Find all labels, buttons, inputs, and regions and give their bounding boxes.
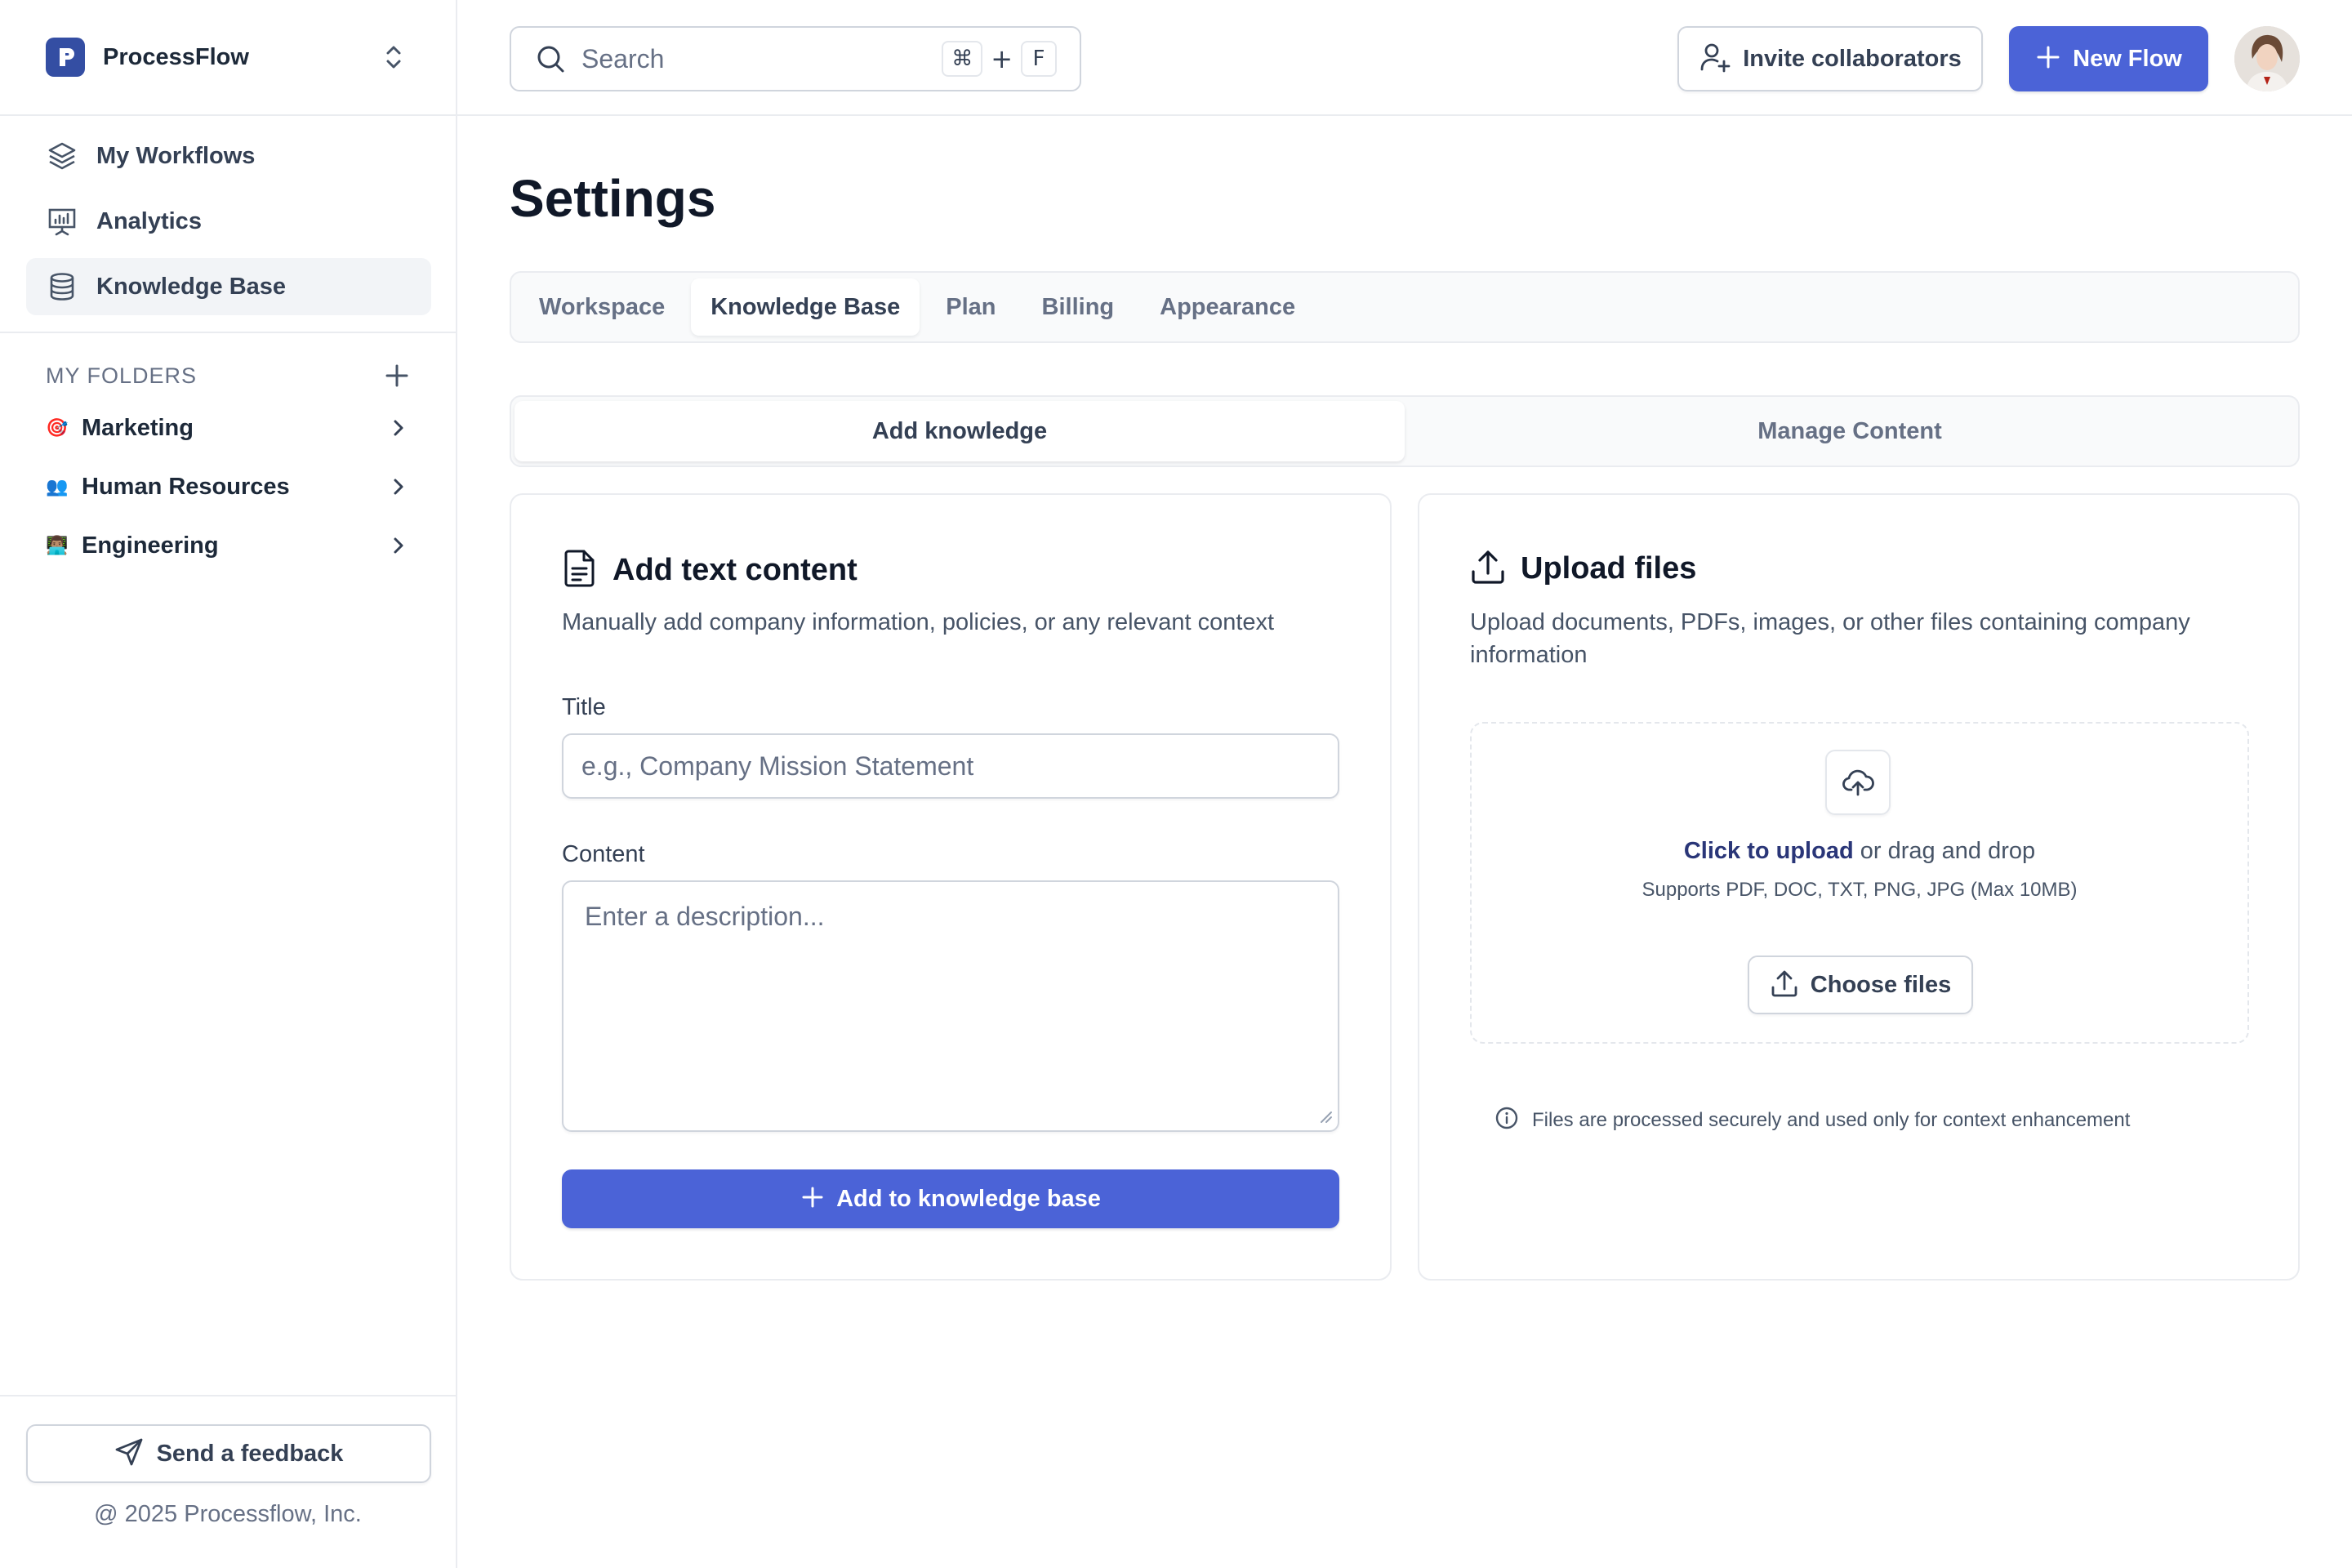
- content-label: Content: [562, 841, 645, 867]
- plus-icon: [2035, 44, 2061, 74]
- card-description: Upload documents, PDFs, images, or other…: [1470, 609, 2190, 668]
- add-text-content-card: Add text content Manually add company in…: [510, 493, 1392, 1281]
- copyright-text: @ 2025 Processflow, Inc.: [94, 1501, 362, 1527]
- database-icon: [46, 270, 78, 303]
- card-header: Upload files: [1470, 549, 1696, 589]
- shortcut-plus: +: [991, 43, 1013, 74]
- segment-add-knowledge[interactable]: Add knowledge: [514, 401, 1405, 461]
- cloud-upload-icon: [1825, 750, 1891, 815]
- sidebar-item-label: Analytics: [96, 207, 202, 234]
- card-description: Manually add company information, polici…: [562, 609, 1275, 635]
- folder-item-engineering[interactable]: 👨🏽‍💻 Engineering: [46, 524, 413, 567]
- chevron-right-icon[interactable]: [384, 413, 413, 443]
- choose-files-label: Choose files: [1810, 971, 1952, 998]
- plus-icon: [800, 1185, 825, 1214]
- segment-manage-content[interactable]: Manage Content: [1405, 401, 2295, 461]
- add-folder-icon[interactable]: [381, 359, 413, 392]
- chevron-up-down-icon[interactable]: [377, 38, 410, 77]
- folder-label: Engineering: [82, 532, 219, 559]
- content-textarea[interactable]: [562, 880, 1339, 1132]
- brand-name: ProcessFlow: [103, 43, 249, 70]
- supported-formats-text: Supports PDF, DOC, TXT, PNG, JPG (Max 10…: [1642, 879, 2078, 901]
- invite-collaborators-button[interactable]: Invite collaborators: [1677, 26, 1983, 91]
- sidebar-item-label: Knowledge Base: [96, 273, 287, 300]
- folder-label: Marketing: [82, 414, 194, 441]
- folder-label: Human Resources: [82, 473, 290, 500]
- folder-item-marketing[interactable]: 🎯 Marketing: [46, 407, 413, 449]
- sidebar-nav: My Workflows Analytics Knowledge Base: [26, 127, 431, 323]
- knowledge-segmented-control: Add knowledge Manage Content: [510, 395, 2300, 467]
- processflow-logo-icon: [46, 38, 85, 77]
- add-to-knowledge-base-label: Add to knowledge base: [836, 1185, 1101, 1212]
- card-title: Upload files: [1521, 551, 1697, 586]
- tab-knowledge-base[interactable]: Knowledge Base: [691, 278, 920, 336]
- tab-appearance[interactable]: Appearance: [1140, 278, 1315, 336]
- send-feedback-label: Send a feedback: [156, 1440, 344, 1467]
- card-title: Add text content: [612, 553, 858, 587]
- folder-item-human-resources[interactable]: 👥 Human Resources: [46, 466, 413, 508]
- new-flow-label: New Flow: [2073, 45, 2182, 72]
- send-feedback-button[interactable]: Send a feedback: [26, 1424, 431, 1483]
- user-plus-icon: [1699, 41, 1731, 78]
- click-to-upload-link[interactable]: Click to upload: [1684, 838, 1854, 864]
- shortcut-key-cmd: ⌘: [942, 41, 983, 77]
- folders-title: MY FOLDERS: [46, 363, 198, 388]
- add-to-knowledge-base-button[interactable]: Add to knowledge base: [562, 1169, 1339, 1228]
- tab-billing[interactable]: Billing: [1022, 278, 1134, 336]
- folders-header: MY FOLDERS: [46, 356, 413, 395]
- send-icon: [114, 1437, 144, 1471]
- dropzone-instructions: Click to upload or drag and drop: [1472, 838, 2247, 865]
- search-input[interactable]: Search ⌘ + F: [510, 26, 1081, 91]
- sidebar-item-knowledge-base[interactable]: Knowledge Base: [26, 258, 431, 315]
- chevron-right-icon[interactable]: [384, 472, 413, 501]
- security-note: Files are processed securely and used on…: [1494, 1106, 2130, 1134]
- tab-workspace[interactable]: Workspace: [519, 278, 684, 336]
- sidebar-item-analytics[interactable]: Analytics: [26, 193, 431, 250]
- title-label: Title: [562, 694, 606, 720]
- technologist-emoji-icon: 👨🏽‍💻: [46, 535, 69, 555]
- upload-files-card: Upload files Upload documents, PDFs, ima…: [1418, 493, 2300, 1281]
- info-icon: [1494, 1106, 1519, 1134]
- resize-handle-icon[interactable]: [1316, 1107, 1333, 1124]
- upload-icon: [1770, 969, 1799, 1002]
- new-flow-button[interactable]: New Flow: [2009, 26, 2208, 91]
- card-header: Add text content: [562, 549, 858, 592]
- chevron-right-icon[interactable]: [384, 531, 413, 560]
- presentation-chart-icon: [46, 205, 78, 238]
- topbar: Search ⌘ + F Invite collaborators New Fl…: [457, 0, 2352, 116]
- app: ProcessFlow My Workflows Analytics Knowl…: [0, 0, 2352, 1568]
- sidebar: ProcessFlow My Workflows Analytics Knowl…: [0, 0, 457, 1568]
- search-icon: [534, 42, 567, 75]
- user-avatar[interactable]: [2234, 26, 2300, 91]
- invite-label: Invite collaborators: [1743, 45, 1962, 72]
- security-note-text: Files are processed securely and used on…: [1532, 1108, 2131, 1131]
- drag-and-drop-text: or drag and drop: [1853, 838, 2036, 864]
- title-input[interactable]: [562, 733, 1339, 799]
- file-dropzone[interactable]: Click to upload or drag and drop Support…: [1470, 722, 2249, 1044]
- tab-plan[interactable]: Plan: [926, 278, 1015, 336]
- document-icon: [562, 549, 598, 592]
- sidebar-item-label: My Workflows: [96, 142, 256, 169]
- choose-files-button[interactable]: Choose files: [1748, 956, 1973, 1014]
- layers-icon: [46, 140, 78, 172]
- divider: [0, 1395, 456, 1396]
- settings-tabs: Workspace Knowledge Base Plan Billing Ap…: [510, 271, 2300, 343]
- target-emoji-icon: 🎯: [46, 417, 69, 438]
- sidebar-item-my-workflows[interactable]: My Workflows: [26, 127, 431, 185]
- upload-icon: [1470, 549, 1506, 589]
- divider: [0, 332, 456, 333]
- people-emoji-icon: 👥: [46, 476, 69, 497]
- page-title: Settings: [510, 169, 716, 228]
- search-placeholder: Search: [581, 43, 665, 74]
- workspace-switcher[interactable]: ProcessFlow: [0, 0, 456, 116]
- shortcut-key-f: F: [1021, 41, 1057, 77]
